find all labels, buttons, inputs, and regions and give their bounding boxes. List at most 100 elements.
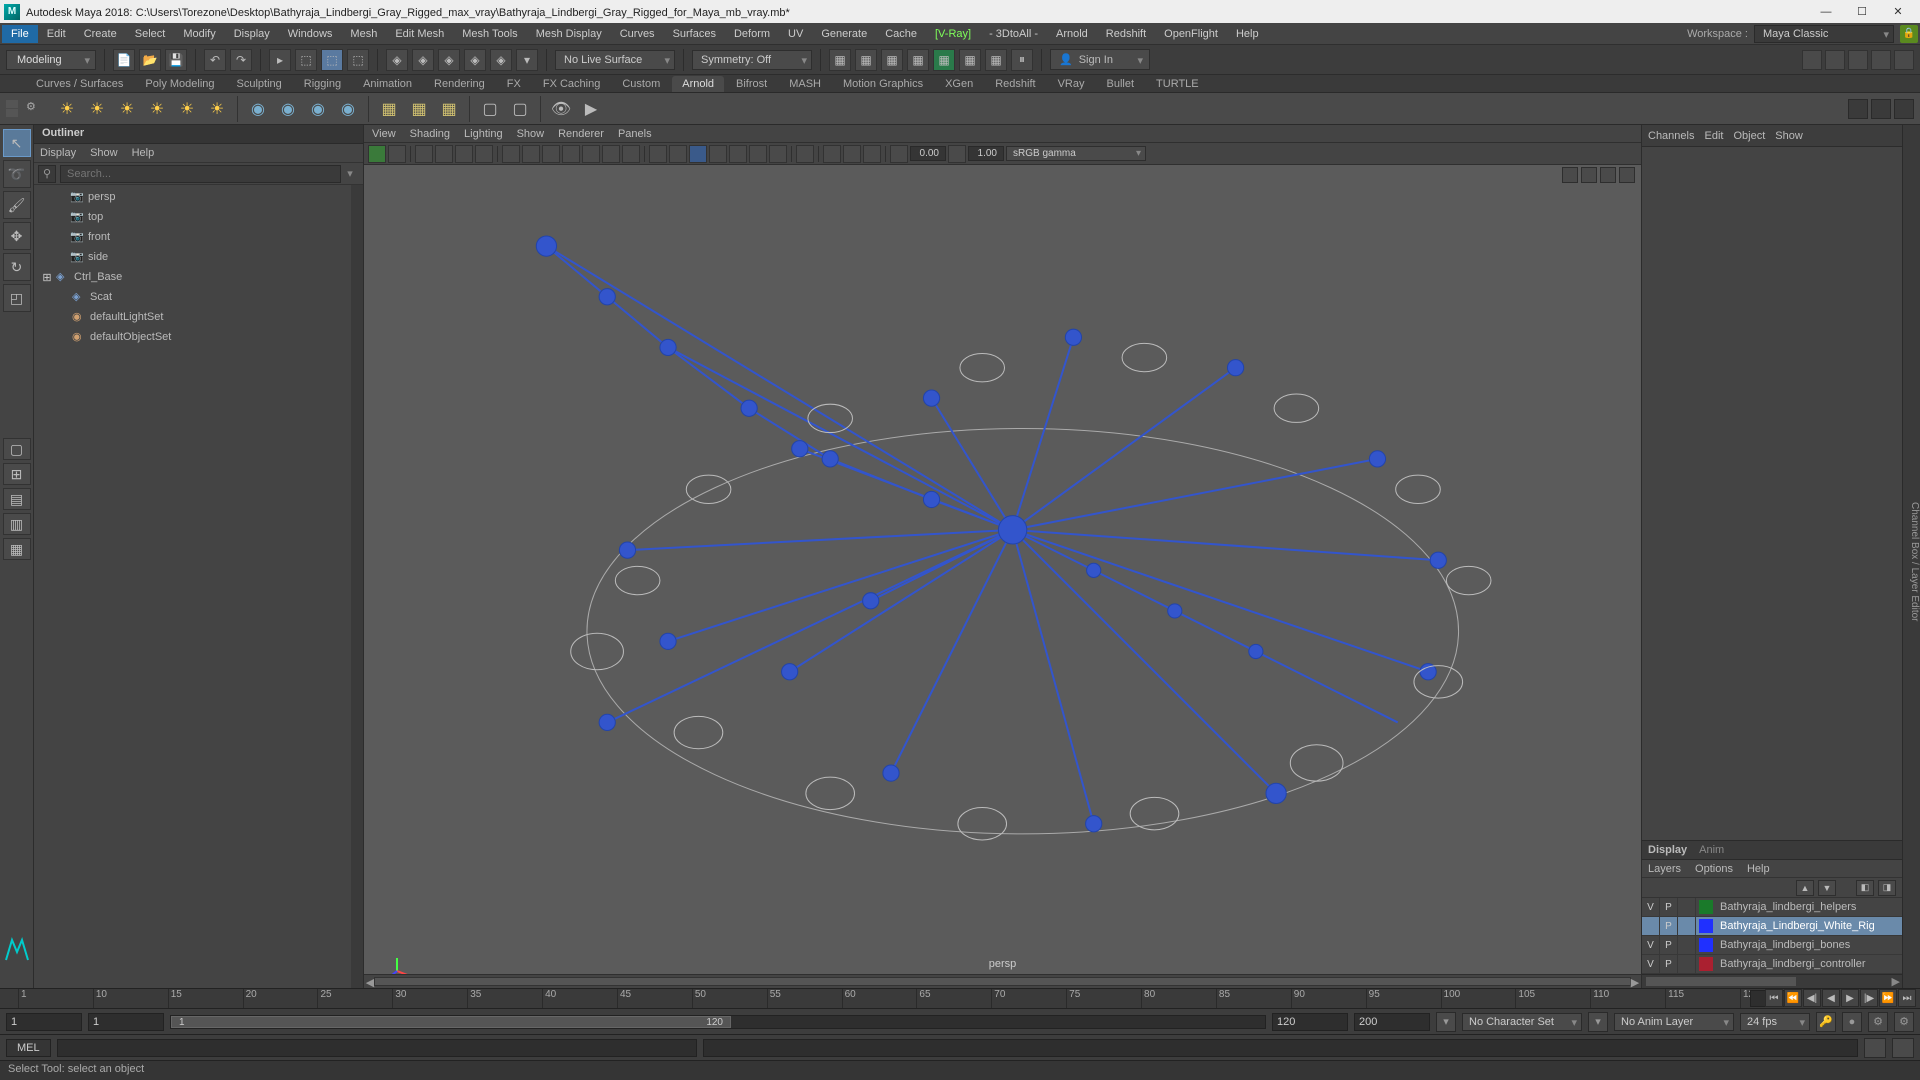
menu-help[interactable]: Help [1227,25,1268,43]
layer-color-swatch[interactable] [1699,938,1713,952]
render-frame-button[interactable]: ▦ [855,49,877,71]
viewport-menu-view[interactable]: View [372,128,396,140]
viewport-menu-lighting[interactable]: Lighting [464,128,503,140]
toggle-modeling-button[interactable] [1825,50,1845,70]
snap-dropdown[interactable]: ▾ [516,49,538,71]
view-transform-dropdown[interactable]: sRGB gamma [1006,146,1146,161]
anim-layer-toggle[interactable]: ▾ [1588,1012,1608,1032]
viewport-menu-panels[interactable]: Panels [618,128,652,140]
arnold-grid-icon[interactable]: ▦ [376,96,402,122]
layer-display-type[interactable] [1678,898,1696,916]
layer-visible-toggle[interactable]: V [1642,936,1660,954]
render-settings-button[interactable]: ▦ [907,49,929,71]
toggle-toolbox-button[interactable] [1802,50,1822,70]
layer-row[interactable]: VPBathyraja_lindbergi_bones [1642,936,1902,955]
shelf-tab[interactable]: TURTLE [1146,76,1209,92]
viewport-menu-show[interactable]: Show [517,128,545,140]
layer-playback-toggle[interactable]: P [1660,955,1678,973]
layer-hscrollbar[interactable]: ▶ [1642,974,1902,988]
layer-new-empty-button[interactable]: ◧ [1856,880,1874,896]
select-tool-button[interactable]: ↖ [3,129,31,157]
time-slider-track[interactable]: 1101520253035404550556065707580859095100… [18,989,1740,1008]
exposure-icon[interactable] [890,145,908,163]
new-scene-button[interactable]: 📄 [113,49,135,71]
menu-cache[interactable]: Cache [876,25,926,43]
menu-edit-mesh[interactable]: Edit Mesh [386,25,453,43]
arnold-render-icon[interactable]: ▶ [578,96,604,122]
wireframe-button[interactable] [649,145,667,163]
shelf-tab[interactable]: Sculpting [227,76,292,92]
arnold-grid3-icon[interactable]: ▦ [436,96,462,122]
rotate-tool-button[interactable]: ↻ [3,253,31,281]
playback-prefs-button[interactable]: ⚙ [1894,1012,1914,1032]
gamma-value[interactable]: 1.00 [968,146,1004,161]
layer-visible-toggle[interactable]: V [1642,898,1660,916]
select-object-button[interactable]: ⬚ [295,49,317,71]
scroll-thumb[interactable] [374,977,1631,986]
shelf-tab[interactable]: Rendering [424,76,495,92]
arnold-photometric-icon[interactable]: ☀ [144,96,170,122]
outliner-menu-help[interactable]: Help [132,147,155,159]
menu-mesh[interactable]: Mesh [341,25,386,43]
viewport-menu-renderer[interactable]: Renderer [558,128,604,140]
outliner-scrollbar[interactable] [351,185,363,988]
auto-key-button[interactable]: 🔑 [1816,1012,1836,1032]
playblast-button[interactable]: ▦ [985,49,1007,71]
shelf-tab[interactable]: Custom [612,76,670,92]
xray-joints-button[interactable] [843,145,861,163]
cb-tab-object[interactable]: Object [1733,130,1765,142]
menu-edit[interactable]: Edit [38,25,75,43]
gate-mask-button[interactable] [562,145,580,163]
layer-row[interactable]: VPBathyraja_lindbergi_controller [1642,955,1902,974]
arnold-volume-icon[interactable]: ◉ [305,96,331,122]
outliner-search-input[interactable] [60,165,341,183]
outliner-item-side[interactable]: 📷side [34,247,351,267]
viewport-menu-shading[interactable]: Shading [410,128,450,140]
layer-move-down-button[interactable]: ▼ [1818,880,1836,896]
attribute-editor-tab[interactable]: Channel Box / Layer Editor [1902,125,1920,988]
shelf-tab[interactable]: Bifrost [726,76,777,92]
outliner-menu-show[interactable]: Show [90,147,118,159]
outliner-item-ctrl-base[interactable]: ⊞◈Ctrl_Base [34,267,351,287]
shelf-tab[interactable]: Animation [353,76,422,92]
step-back-button[interactable]: ◀| [1803,989,1821,1007]
grid-button[interactable] [502,145,520,163]
shelf-tab[interactable]: Curves / Surfaces [26,76,133,92]
script-editor-button[interactable] [1864,1038,1886,1058]
layer-menu-layers[interactable]: Layers [1648,863,1681,875]
menu-create[interactable]: Create [75,25,126,43]
menu-redshift[interactable]: Redshift [1097,25,1155,43]
layer-playback-toggle[interactable]: P [1660,917,1678,935]
shelf-tab[interactable]: XGen [935,76,983,92]
layer-scroll-right-icon[interactable]: ▶ [1892,975,1900,988]
play-forward-button[interactable]: ▶ [1841,989,1859,1007]
go-to-start-button[interactable]: ⏮ [1765,989,1783,1007]
xray-button[interactable] [823,145,841,163]
workspace-dropdown[interactable]: Maya Classic [1754,25,1894,43]
layer-playback-toggle[interactable]: P [1660,936,1678,954]
2d-pan-button[interactable] [455,145,473,163]
layer-move-up-button[interactable]: ▲ [1796,880,1814,896]
shelf-tab[interactable]: FX Caching [533,76,610,92]
snap-curve-button[interactable]: ◈ [412,49,434,71]
outliner-item-top[interactable]: 📷top [34,207,351,227]
shelf-tab[interactable]: FX [497,76,531,92]
toggle-attr-button[interactable] [1848,50,1868,70]
anim-layer-dropdown[interactable]: No Anim Layer [1614,1013,1734,1031]
layer-display-type[interactable] [1678,917,1696,935]
shelf-tab-active[interactable]: Arnold [672,76,724,92]
shelf-tab[interactable]: Bullet [1097,76,1145,92]
time-slider[interactable]: 1101520253035404550556065707580859095100… [0,988,1920,1008]
snap-grid-button[interactable]: ◈ [386,49,408,71]
outliner-item-persp[interactable]: 📷persp [34,187,351,207]
motion-blur-button[interactable] [749,145,767,163]
layer-color-swatch[interactable] [1699,919,1713,933]
arnold-mesh-light-icon[interactable]: ☀ [114,96,140,122]
menu-arnold[interactable]: Arnold [1047,25,1097,43]
gamma-icon[interactable] [948,145,966,163]
film-gate-button[interactable] [522,145,540,163]
menu-file[interactable]: File [2,25,38,43]
safe-title-button[interactable] [622,145,640,163]
shelf-tab[interactable]: Motion Graphics [833,76,933,92]
sign-in-button[interactable]: 👤 Sign In [1050,49,1150,70]
